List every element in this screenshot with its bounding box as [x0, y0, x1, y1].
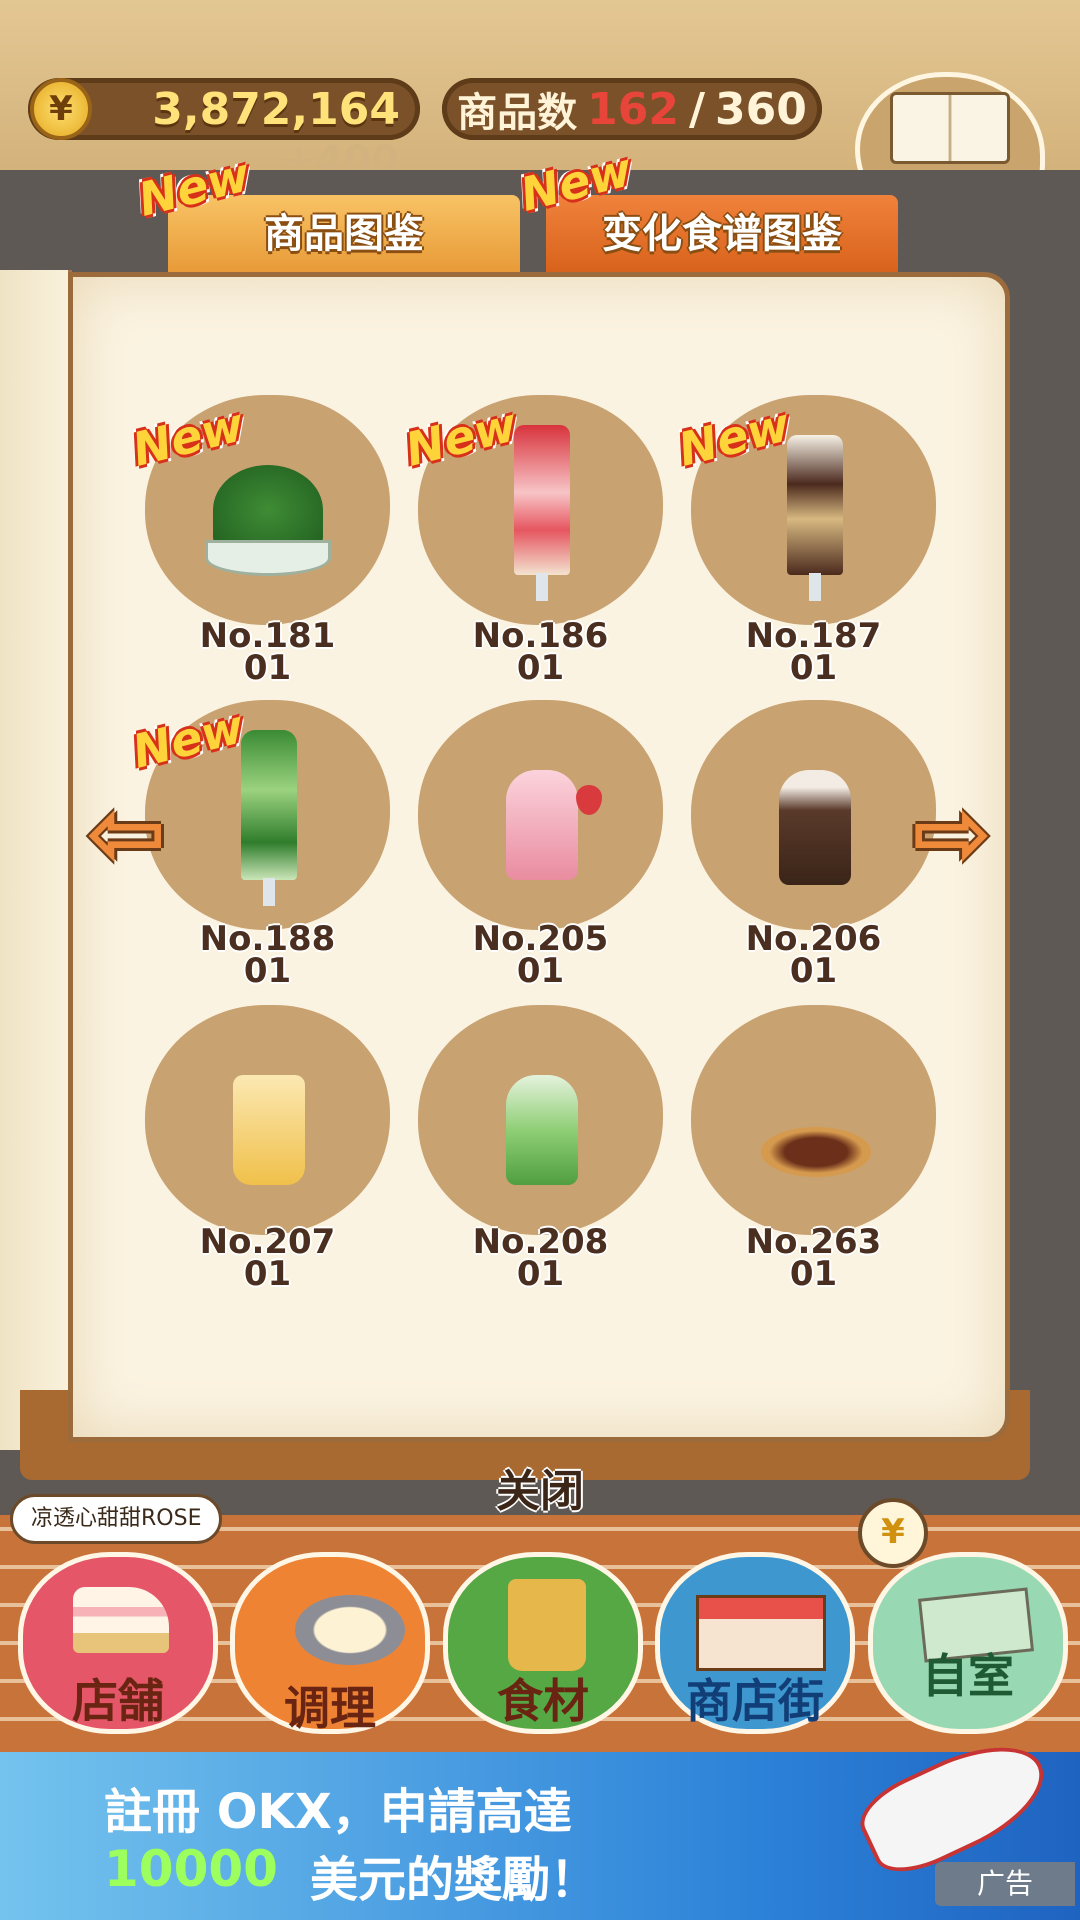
book-left-page	[0, 270, 72, 1450]
next-page-arrow-icon[interactable]: ⇨	[912, 785, 992, 881]
catalog-item-slot[interactable]	[418, 700, 663, 930]
whisk-bowl-icon	[295, 1595, 405, 1665]
strawberry-parfait-icon	[514, 425, 570, 575]
catalog-item-slot[interactable]	[691, 700, 936, 930]
item-count: 01	[243, 1254, 292, 1294]
product-count-label: 商品数	[457, 90, 578, 136]
glass-bowl-icon	[205, 540, 331, 576]
meat-pastry-icon	[761, 1127, 871, 1177]
nav-cook-label: 调理	[284, 1681, 376, 1735]
ad-amount: 10000	[104, 1840, 278, 1898]
strawberry-smoothie-icon	[506, 770, 578, 880]
product-count-separator: /	[688, 83, 706, 135]
catalog-item-slot[interactable]	[145, 1005, 390, 1235]
glass-stem-icon	[263, 878, 275, 906]
close-button[interactable]: 关闭	[440, 1455, 640, 1519]
chocolate-parfait-icon	[787, 435, 843, 575]
item-count: 01	[243, 648, 292, 688]
strawberry-icon	[576, 785, 602, 815]
catalog-item-slot[interactable]	[418, 1005, 663, 1235]
prev-page-arrow-icon[interactable]: ⇦	[86, 785, 166, 881]
tab-variant-recipe-catalog[interactable]: 变化食谱图鉴	[546, 195, 898, 273]
item-count: 01	[516, 951, 565, 991]
storefront-icon	[696, 1595, 826, 1671]
flour-bag-icon	[508, 1579, 586, 1671]
nav-shop-label: 店舗	[72, 1674, 164, 1728]
chocolate-frappe-icon	[779, 770, 851, 885]
nav-shopping-street-label: 商店街	[686, 1674, 824, 1728]
yen-coin-icon: ¥	[30, 78, 92, 140]
product-count-total: 360	[715, 83, 807, 135]
nav-ingredients-label: 食材	[497, 1674, 589, 1728]
product-count-owned: 162	[587, 83, 679, 135]
matcha-frappe-icon	[506, 1075, 578, 1185]
item-count: 01	[516, 1254, 565, 1294]
item-count: 01	[516, 648, 565, 688]
product-count-panel: 商品数 162 / 360	[442, 78, 822, 140]
item-count: 01	[789, 648, 838, 688]
nav-my-room-label: 自室	[922, 1649, 1014, 1703]
open-book-icon	[890, 92, 1010, 164]
item-count: 01	[789, 951, 838, 991]
ad-subtext: 美元的獎勵！	[310, 1852, 599, 1908]
fruit-drink-icon	[233, 1075, 305, 1185]
ad-label-tag: 广告	[935, 1862, 1075, 1906]
player-name-tag: 凉透心甜甜ROSE	[10, 1494, 223, 1544]
yen-coin-notification-icon[interactable]: ¥	[858, 1498, 928, 1568]
catalog-item-slot[interactable]	[691, 1005, 936, 1235]
glass-stem-icon	[536, 573, 548, 601]
money-amount: 3,872,164	[152, 84, 400, 135]
ad-headline: 註冊 OKX，申請高達	[104, 1784, 572, 1840]
matcha-parfait-icon	[241, 730, 297, 880]
glass-stem-icon	[809, 573, 821, 601]
item-count: 01	[243, 951, 292, 991]
cake-icon	[73, 1587, 169, 1653]
item-count: 01	[789, 1254, 838, 1294]
